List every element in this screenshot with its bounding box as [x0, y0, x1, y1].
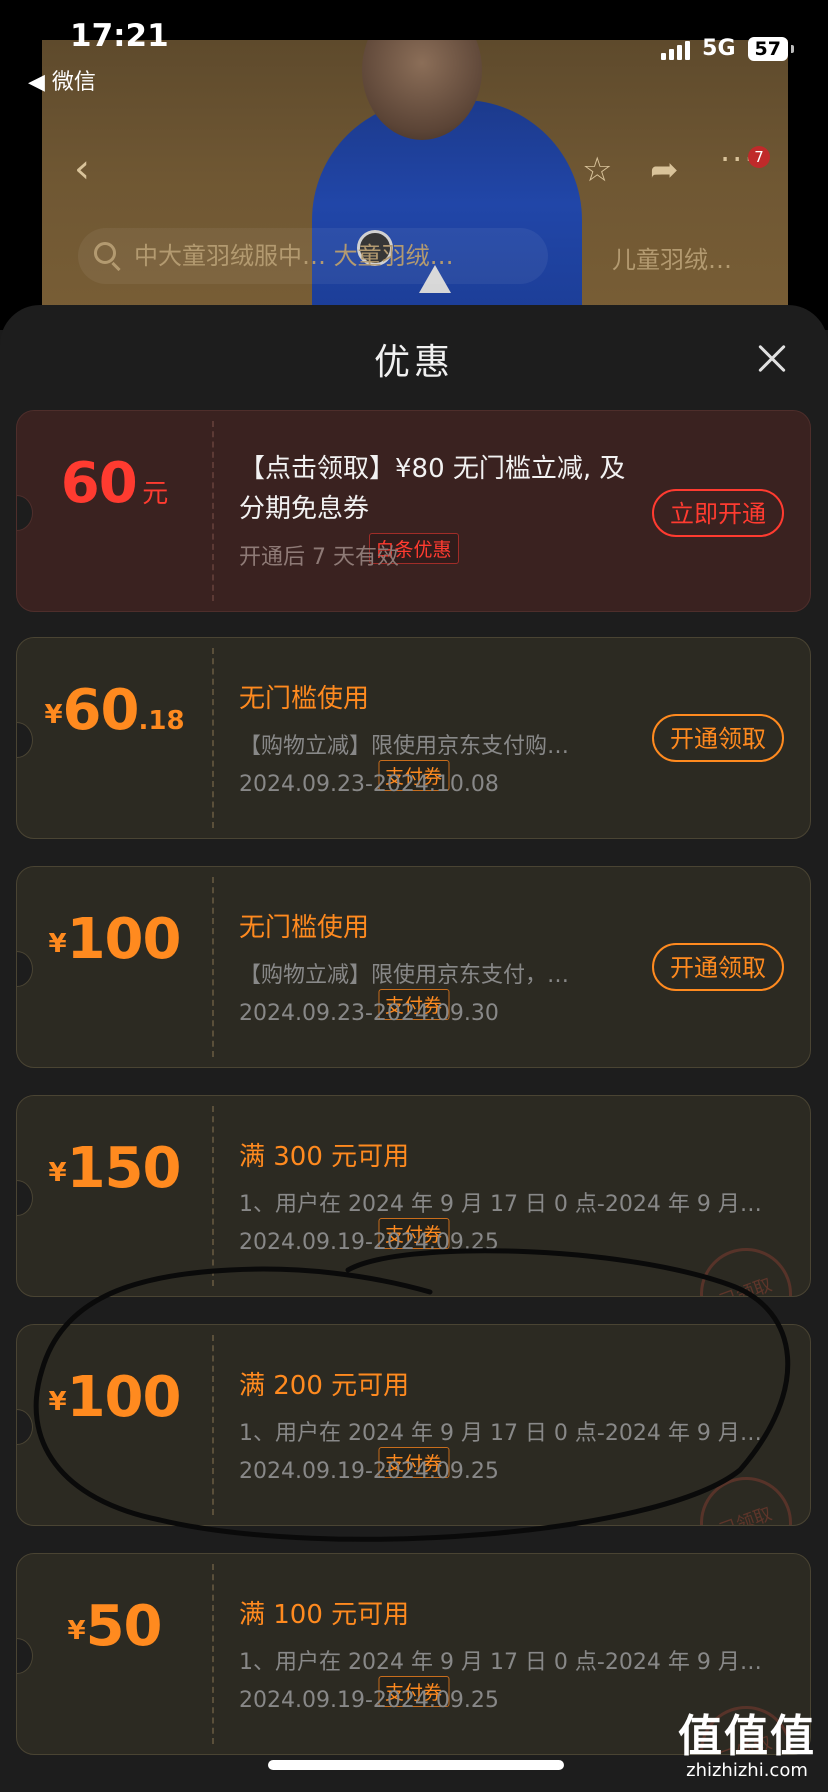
search-input[interactable]: 中大童羽绒服中… 大童羽绒… — [78, 228, 548, 284]
coupon-divider — [212, 1106, 214, 1286]
network-type: 5G — [702, 36, 736, 61]
coupon-description: 【购物立减】限使用京东支付，… — [239, 963, 570, 988]
coupon-description: 1、用户在 2024 年 9 月 17 日 0 点-2024 年 9 月… — [239, 1421, 762, 1446]
coupon-amount: ¥60.18 — [44, 678, 185, 743]
coupon-date: 2024.09.19-2024.09.25 — [239, 1688, 499, 1713]
coupon-divider — [212, 1335, 214, 1515]
coupon-divider — [212, 877, 214, 1057]
coupon-amount: ¥50 — [67, 1594, 162, 1659]
coupon-divider — [212, 1564, 214, 1744]
sheet-title: 优惠 — [373, 342, 454, 383]
jacket-shape — [312, 100, 582, 330]
coupon-title: 无门槛使用 — [239, 913, 370, 943]
claimed-stamp: 已领取 — [687, 1235, 805, 1296]
product-page-background: 17:21 ◀ 微信 5G 57 ‹ ☆ ➦ ··· 7 中大童羽绒服中… 大童… — [0, 0, 828, 340]
coupon-card[interactable]: ¥150 支付券 满 300 元可用 1、用户在 2024 年 9 月 17 日… — [16, 1095, 811, 1297]
notification-badge: 7 — [748, 146, 770, 168]
coupon-date: 2024.09.19-2024.09.25 — [239, 1459, 499, 1484]
coupon-description: 【购物立减】限使用京东支付购… — [239, 734, 570, 759]
home-indicator[interactable] — [268, 1760, 564, 1770]
coupon-amount: 60 元 — [60, 451, 169, 516]
discount-sheet: 优惠 60 元 白条优惠 【点击领取】¥80 无门槛立减, 及分期免息券 开通后… — [0, 305, 828, 1792]
signal-icon — [661, 38, 691, 60]
back-to-wechat[interactable]: ◀ 微信 — [28, 64, 96, 96]
back-arrow-icon[interactable]: ‹ — [74, 146, 90, 192]
coupon-amount: ¥150 — [48, 1136, 182, 1201]
coupon-date: 2024.09.19-2024.09.25 — [239, 1230, 499, 1255]
close-icon[interactable] — [752, 339, 792, 379]
coupon-card[interactable]: ¥100 支付券 满 200 元可用 1、用户在 2024 年 9 月 17 日… — [16, 1324, 811, 1526]
activate-button[interactable]: 立即开通 — [652, 489, 784, 537]
coupon-title: 满 300 元可用 — [239, 1142, 410, 1172]
coupon-divider — [212, 421, 214, 601]
claimed-stamp: 已领取 — [687, 1464, 805, 1525]
coupon-card[interactable]: ¥100 支付券 无门槛使用 【购物立减】限使用京东支付，… 2024.09.2… — [16, 866, 811, 1068]
claim-button[interactable]: 开通领取 — [652, 714, 784, 762]
coupon-description: 1、用户在 2024 年 9 月 17 日 0 点-2024 年 9 月… — [239, 1650, 762, 1675]
coupon-date: 2024.09.23-2024.10.08 — [239, 772, 499, 797]
coupon-validity: 开通后 7 天有效 — [239, 545, 399, 570]
coupon-title: 满 200 元可用 — [239, 1371, 410, 1401]
search-icon — [94, 242, 116, 264]
coupon-date: 2024.09.23-2024.09.30 — [239, 1001, 499, 1026]
battery-icon: 57 — [747, 36, 795, 61]
site-watermark: 值值值 zhizhizhi.com — [678, 1711, 816, 1781]
status-time: 17:21 — [70, 18, 169, 54]
product-photo — [292, 40, 597, 330]
coupon-amount: ¥100 — [48, 1365, 182, 1430]
coupon-amount: ¥100 — [48, 907, 182, 972]
coupon-title: 满 100 元可用 — [239, 1600, 410, 1630]
star-icon[interactable]: ☆ — [582, 150, 612, 190]
status-indicators: 5G 57 — [661, 36, 795, 61]
coupon-title: 【点击领取】¥80 无门槛立减, 及分期免息券 — [239, 454, 626, 524]
coupon-card[interactable]: ¥60.18 支付券 无门槛使用 【购物立减】限使用京东支付购… 2024.09… — [16, 637, 811, 839]
coupon-title: 无门槛使用 — [239, 684, 370, 714]
share-icon[interactable]: ➦ — [650, 150, 679, 190]
coupon-description: 1、用户在 2024 年 9 月 17 日 0 点-2024 年 9 月… — [239, 1192, 762, 1217]
search-text: 中大童羽绒服中… 大童羽绒… — [134, 242, 454, 270]
coupon-card-baitiao[interactable]: 60 元 白条优惠 【点击领取】¥80 无门槛立减, 及分期免息券 开通后 7 … — [16, 410, 811, 612]
claim-button[interactable]: 开通领取 — [652, 943, 784, 991]
coupon-divider — [212, 648, 214, 828]
related-search[interactable]: 儿童羽绒… — [612, 240, 732, 275]
